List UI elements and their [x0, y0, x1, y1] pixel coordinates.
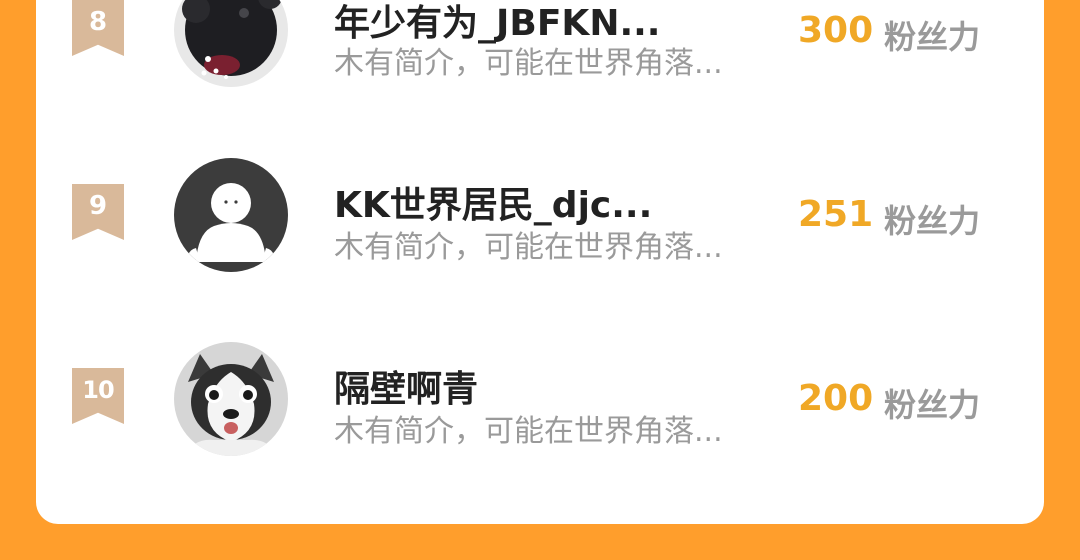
dark-character-avatar-icon: [174, 0, 288, 87]
fan-power-label: 粉丝力: [884, 18, 981, 56]
default-user-avatar-icon: [174, 158, 288, 272]
user-avatar[interactable]: [174, 0, 288, 87]
ranking-row[interactable]: 9 KK世界居民_djc... 木有简介，可能在世界角落... 251 粉丝力: [36, 144, 1044, 294]
husky-dog-avatar-icon: [174, 342, 288, 456]
fan-power-label: 粉丝力: [884, 202, 981, 240]
user-avatar[interactable]: [174, 342, 288, 456]
rank-badge: 10: [72, 368, 124, 424]
user-name: 隔壁啊青: [334, 369, 479, 410]
user-bio: 木有简介，可能在世界角落...: [334, 414, 723, 449]
fan-power-score: 300: [798, 10, 874, 51]
user-bio: 木有简介，可能在世界角落...: [334, 230, 723, 265]
ranking-row[interactable]: 8 年少有为_JBFKN... 木有简介，可能在世界角落... 300 粉丝力: [36, 0, 1044, 110]
user-bio: 木有简介，可能在世界角落...: [334, 46, 723, 81]
fan-power-score: 251: [798, 194, 874, 235]
user-name: KK世界居民_djc...: [334, 185, 653, 226]
user-avatar[interactable]: [174, 158, 288, 272]
fan-power-score: 200: [798, 378, 874, 419]
fan-power-label: 粉丝力: [884, 386, 981, 424]
ranking-row[interactable]: 10 隔壁啊青 木有简介，可能在世界角落... 200 粉丝力: [36, 328, 1044, 478]
rank-badge: 9: [72, 184, 124, 240]
rank-badge: 8: [72, 0, 124, 56]
ranking-card: 8 年少有为_JBFKN... 木有简介，可能在世界角落... 300 粉丝力 …: [36, 0, 1044, 524]
